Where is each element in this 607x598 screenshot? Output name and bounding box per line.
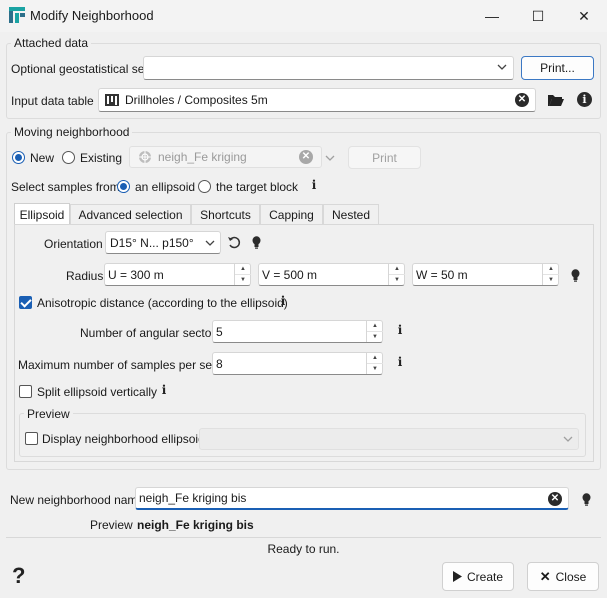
orientation-select[interactable]: D15° N... p150° <box>105 231 221 254</box>
info-icon[interactable]: i <box>279 294 287 308</box>
close-window-button[interactable]: ✕ <box>561 0 607 32</box>
window-title: Modify Neighborhood <box>30 8 154 23</box>
orientation-label: Orientation <box>44 237 103 251</box>
moving-neighborhood-group-label: Moving neighborhood <box>11 125 133 139</box>
max-samples-spinbox[interactable]: 8 ▲ ▼ <box>212 352 383 375</box>
maximize-button[interactable]: ☐ <box>515 0 561 32</box>
print-geostat-button[interactable]: Print... <box>521 56 594 80</box>
new-radio-label[interactable]: New <box>30 151 54 165</box>
geostat-set-label: Optional geostatistical set <box>11 62 148 76</box>
folder-open-icon[interactable] <box>547 92 565 108</box>
drillholes-icon <box>105 93 119 107</box>
info-icon[interactable]: i <box>396 323 404 337</box>
split-ellipsoid-checkbox[interactable] <box>19 385 32 398</box>
spin-up-icon[interactable]: ▲ <box>367 353 383 364</box>
radius-label: Radius <box>66 269 104 283</box>
input-table-value: Drillholes / Composites 5m <box>125 93 268 107</box>
neighborhood-icon <box>138 150 152 164</box>
existing-neighborhood-value: neigh_Fe kriging <box>158 150 247 164</box>
existing-radio[interactable] <box>62 151 75 164</box>
spin-down-icon[interactable]: ▼ <box>389 275 405 286</box>
preview-value: neigh_Fe kriging bis <box>137 518 254 532</box>
split-ellipsoid-label[interactable]: Split ellipsoid vertically <box>37 385 157 399</box>
chevron-down-icon <box>497 62 507 72</box>
tab-capping[interactable]: Capping <box>260 204 323 224</box>
lightbulb-icon[interactable] <box>570 268 580 282</box>
radius-v-spinbox[interactable]: V = 500 m ▲ ▼ <box>258 263 405 286</box>
spin-down-icon[interactable]: ▼ <box>235 275 251 286</box>
preview-group-label: Preview <box>24 407 73 421</box>
new-name-label: New neighborhood name <box>10 493 145 507</box>
create-button-label: Create <box>466 569 504 584</box>
clear-icon[interactable]: ✕ <box>515 93 529 107</box>
status-text: Ready to run. <box>267 542 340 556</box>
print-neighborhood-button: Print <box>348 146 421 169</box>
app-logo-icon <box>9 7 25 23</box>
spin-up-icon[interactable]: ▲ <box>367 321 383 332</box>
title-bar: Modify Neighborhood — ☐ ✕ <box>0 0 607 32</box>
angular-sectors-spinbox[interactable]: 5 ▲ ▼ <box>212 320 383 343</box>
tab-ellipsoid[interactable]: Ellipsoid <box>14 203 70 225</box>
tab-shortcuts[interactable]: Shortcuts <box>191 204 260 224</box>
angular-sectors-label: Number of angular sectors <box>80 326 222 340</box>
display-ellipsoid-select <box>199 428 579 450</box>
chevron-down-icon <box>323 152 337 164</box>
input-table-label: Input data table <box>11 94 94 108</box>
close-button[interactable]: ✕ Close <box>527 562 599 591</box>
spin-up-icon[interactable]: ▲ <box>235 264 251 275</box>
close-icon: ✕ <box>539 568 551 584</box>
target-block-radio-label[interactable]: the target block <box>216 180 298 194</box>
close-button-label: Close <box>555 569 587 584</box>
target-block-radio[interactable] <box>198 180 211 193</box>
radius-w-spinbox[interactable]: W = 50 m ▲ ▼ <box>412 263 559 286</box>
info-icon[interactable]: i <box>310 178 318 192</box>
existing-radio-label[interactable]: Existing <box>80 151 122 165</box>
tab-nested[interactable]: Nested <box>323 204 379 224</box>
chevron-down-icon <box>205 238 215 248</box>
spin-down-icon[interactable]: ▼ <box>367 364 383 375</box>
attached-data-group-label: Attached data <box>11 36 92 50</box>
existing-neighborhood-field: neigh_Fe kriging ✕ <box>129 146 322 168</box>
ellipsoid-radio[interactable] <box>117 180 130 193</box>
select-samples-label: Select samples from: <box>11 180 124 194</box>
status-divider <box>6 537 601 538</box>
preview-label: Preview <box>90 518 133 532</box>
info-icon[interactable]: i <box>160 383 168 397</box>
display-ellipsoid-checkbox[interactable] <box>25 432 38 445</box>
input-table-field[interactable]: Drillholes / Composites 5m ✕ <box>98 88 536 112</box>
anisotropic-checkbox[interactable] <box>19 296 32 309</box>
lightbulb-icon[interactable] <box>251 235 261 249</box>
spin-down-icon[interactable]: ▼ <box>367 332 383 343</box>
max-samples-label: Maximum number of samples per sector <box>18 358 233 372</box>
info-icon[interactable]: i <box>396 355 404 369</box>
chevron-down-icon <box>563 434 573 444</box>
ellipsoid-radio-label[interactable]: an ellipsoid <box>135 180 195 194</box>
minimize-button[interactable]: — <box>469 0 515 32</box>
help-button[interactable]: ? <box>12 563 25 589</box>
spin-up-icon[interactable]: ▲ <box>389 264 405 275</box>
play-icon <box>452 571 462 582</box>
geostat-set-select[interactable] <box>143 56 514 80</box>
display-ellipsoid-label[interactable]: Display neighborhood ellipsoid <box>42 432 205 446</box>
spin-down-icon[interactable]: ▼ <box>543 275 559 286</box>
new-radio[interactable] <box>12 151 25 164</box>
anisotropic-label[interactable]: Anisotropic distance (according to the e… <box>37 296 288 310</box>
clear-icon: ✕ <box>299 150 313 164</box>
create-button[interactable]: Create <box>442 562 514 591</box>
spin-up-icon[interactable]: ▲ <box>543 264 559 275</box>
tab-bar: Ellipsoid Advanced selection Shortcuts C… <box>14 203 594 226</box>
info-icon[interactable]: i <box>577 92 592 107</box>
clear-icon[interactable]: ✕ <box>548 492 562 506</box>
lightbulb-icon[interactable] <box>581 492 591 506</box>
tab-advanced-selection[interactable]: Advanced selection <box>70 204 191 224</box>
new-name-input[interactable]: neigh_Fe kriging bis ✕ <box>135 487 569 510</box>
reset-icon[interactable] <box>227 235 241 249</box>
radius-u-spinbox[interactable]: U = 300 m ▲ ▼ <box>104 263 251 286</box>
